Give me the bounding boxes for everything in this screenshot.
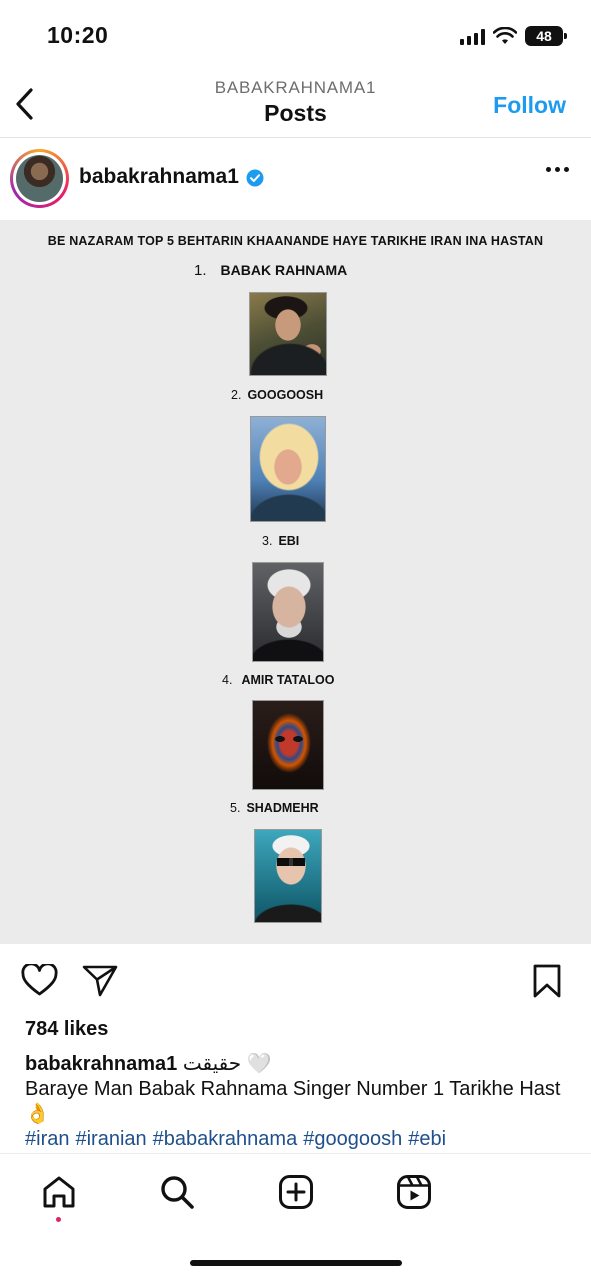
rank-name: SHADMEHR xyxy=(246,801,319,815)
rank-number: 3. xyxy=(262,534,273,548)
rank-number: 4. xyxy=(222,673,233,687)
signal-icon xyxy=(460,28,485,45)
rank-name: AMIR TATALOO xyxy=(241,673,335,687)
tab-search[interactable] xyxy=(157,1172,197,1212)
search-icon xyxy=(161,1176,194,1209)
author-username[interactable]: babakrahnama1 xyxy=(79,165,239,189)
rank-number: 2. xyxy=(231,388,242,402)
caption-farsi-text: حقیقت xyxy=(182,1053,242,1075)
rank-item-4: 4. AMIR TATALOO xyxy=(222,673,334,687)
tab-reels[interactable] xyxy=(394,1172,434,1212)
tab-create[interactable] xyxy=(276,1172,316,1212)
hashtag[interactable]: #iranian xyxy=(75,1128,146,1150)
status-icons: 48 xyxy=(460,26,567,46)
post-caption: babakrahnama1 حقیقت 🤍 Baraye Man Babak R… xyxy=(25,1052,570,1152)
bookmark-icon xyxy=(533,964,561,998)
status-time: 10:20 xyxy=(47,22,109,48)
post-image[interactable]: BE NAZARAM TOP 5 BEHTARIN KHAANANDE HAYE… xyxy=(0,220,591,944)
more-horizontal-icon xyxy=(546,167,551,172)
rank-item-2: 2. GOOGOOSH xyxy=(231,388,323,402)
home-indicator xyxy=(190,1260,402,1266)
hashtag[interactable]: #ebi xyxy=(408,1128,446,1150)
home-icon xyxy=(43,1176,75,1208)
hashtag-list: #iran #iranian #babakrahnama #googoosh #ebi xyxy=(25,1127,570,1152)
caption-text: Baraye Man Babak Rahnama Singer Number 1… xyxy=(25,1078,561,1100)
reels-icon xyxy=(397,1175,431,1209)
share-button[interactable] xyxy=(82,964,118,1003)
follow-button[interactable]: Follow xyxy=(493,92,566,119)
post-actions xyxy=(0,944,591,1016)
photo-shadmehr xyxy=(254,829,322,923)
plus-square-icon xyxy=(279,1175,313,1209)
rank-item-1: 1. BABAK RAHNAMA xyxy=(194,262,347,279)
post-headline: BE NAZARAM TOP 5 BEHTARIN KHAANANDE HAYE… xyxy=(47,234,544,248)
rank-item-5: 5. SHADMEHR xyxy=(230,801,319,815)
battery-indicator: 48 xyxy=(525,26,567,46)
photo-amir-tataloo xyxy=(252,700,324,790)
rank-name: BABAK RAHNAMA xyxy=(220,262,348,278)
nav-header: BABAKRAHNAMA1 Posts Follow xyxy=(0,72,591,138)
rank-name: EBI xyxy=(278,534,300,548)
tab-home[interactable] xyxy=(39,1172,79,1212)
likes-count[interactable]: 784 likes xyxy=(25,1018,108,1041)
like-button[interactable] xyxy=(21,962,58,1002)
photo-googoosh xyxy=(250,416,326,522)
avatar[interactable] xyxy=(10,149,69,208)
save-button[interactable] xyxy=(533,964,561,1003)
post-author-row: babakrahnama1 xyxy=(0,139,591,219)
status-bar: 10:20 48 xyxy=(0,0,591,72)
wifi-icon xyxy=(493,27,517,44)
rank-number: 1. xyxy=(194,262,207,279)
hashtag[interactable]: #googoosh xyxy=(303,1128,402,1150)
heart-icon xyxy=(21,962,58,996)
caption-username[interactable]: babakrahnama1 xyxy=(25,1053,177,1075)
rank-item-3: 3. EBI xyxy=(262,534,299,548)
hashtag[interactable]: #babakrahnama xyxy=(153,1128,298,1150)
rank-number: 5. xyxy=(230,801,241,815)
more-options-button[interactable] xyxy=(546,167,569,172)
notification-dot xyxy=(56,1217,61,1222)
white-heart-emoji: 🤍 xyxy=(246,1053,272,1075)
photo-ebi xyxy=(252,562,324,662)
hashtag[interactable]: #iran xyxy=(25,1128,69,1150)
photo-babak-rahnama xyxy=(249,292,327,376)
rank-name: GOOGOOSH xyxy=(247,388,324,402)
ok-hand-emoji: 👌 xyxy=(25,1103,50,1125)
send-icon xyxy=(82,965,118,997)
verified-badge-icon xyxy=(246,169,264,187)
